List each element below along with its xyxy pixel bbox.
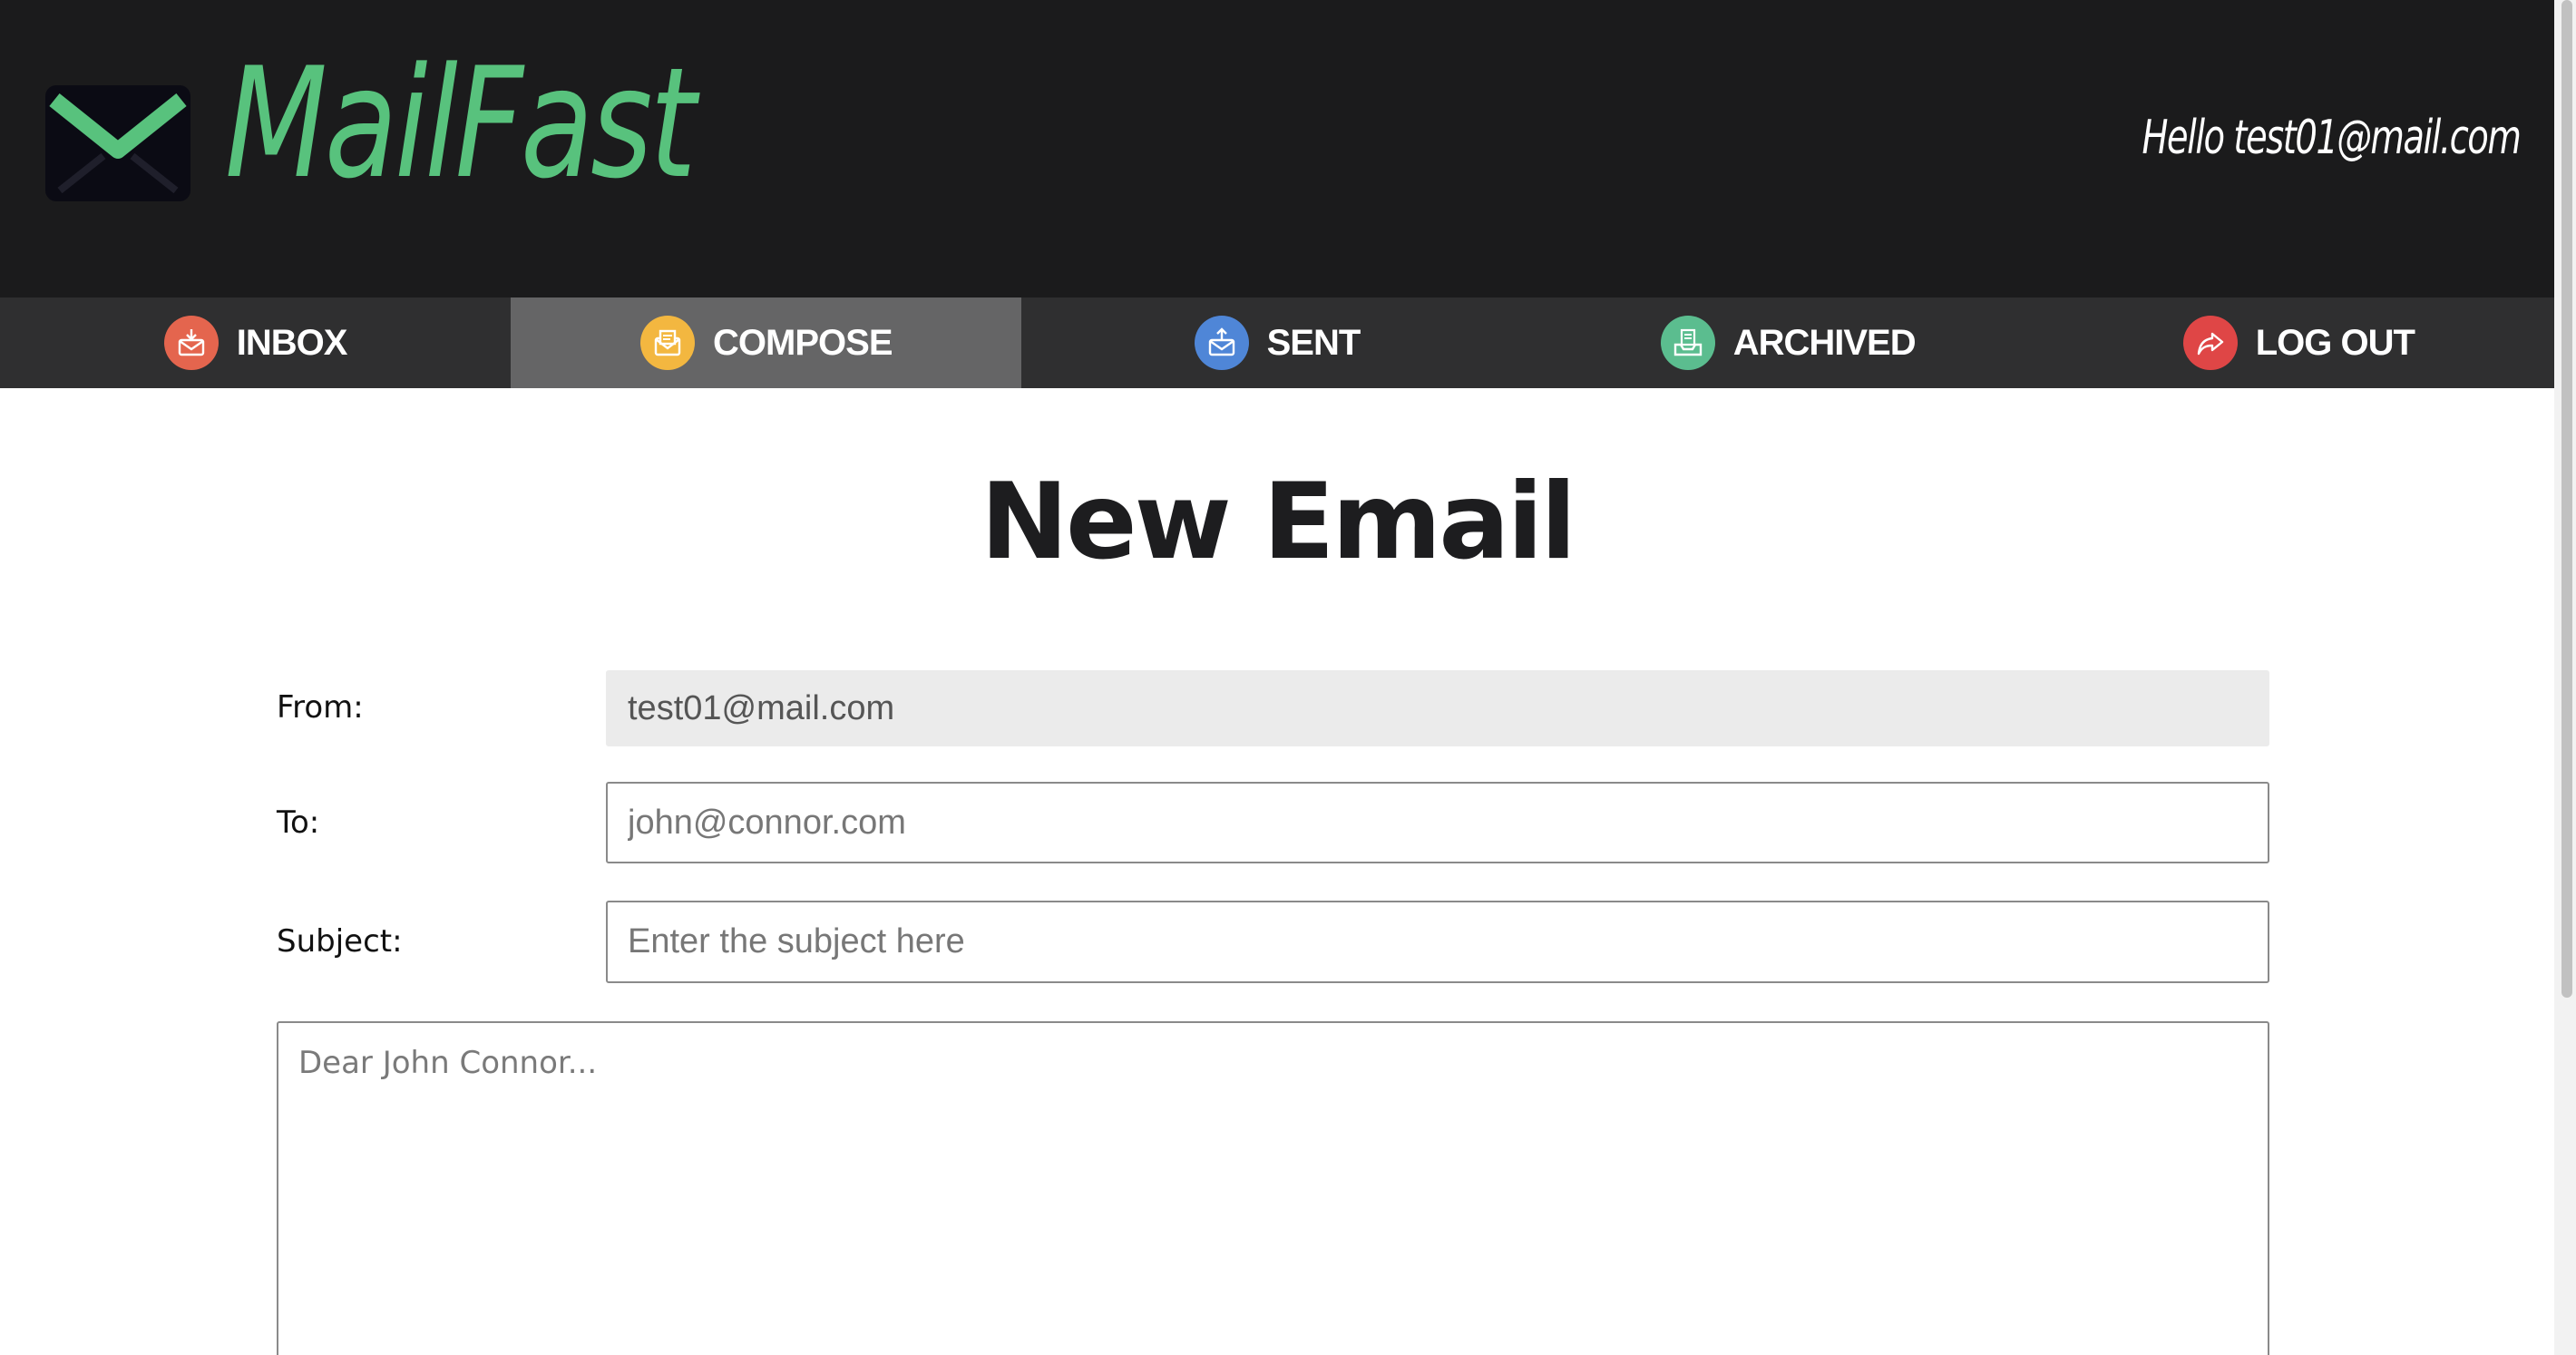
nav-label-sent: SENT <box>1266 322 1361 363</box>
compose-letter-icon <box>640 316 696 370</box>
to-label: To: <box>277 804 320 841</box>
to-field[interactable] <box>606 782 2269 863</box>
nav-item-inbox[interactable]: INBOX <box>0 297 511 388</box>
app-window: MailFast Hello test01@mail.com INBOX COM… <box>0 0 2576 1355</box>
nav-label-inbox: INBOX <box>236 322 348 363</box>
envelope-logo-icon <box>45 85 190 201</box>
archive-tray-icon <box>1660 316 1715 370</box>
from-label: From: <box>277 689 364 726</box>
nav-label-archived: ARCHIVED <box>1732 322 1917 363</box>
app-logo-text: MailFast <box>225 34 697 212</box>
nav-item-compose[interactable]: COMPOSE <box>511 297 1022 388</box>
inbox-download-icon <box>163 316 219 370</box>
nav-item-logout[interactable]: LOG OUT <box>2044 297 2554 388</box>
email-body-textarea[interactable] <box>277 1021 2269 1355</box>
subject-field[interactable] <box>606 901 2269 983</box>
logout-arrow-icon <box>2182 316 2238 370</box>
nav-item-archived[interactable]: ARCHIVED <box>1533 297 2044 388</box>
nav-item-sent[interactable]: SENT <box>1021 297 1532 388</box>
main-nav: INBOX COMPOSE SENT ARCHIVED LOG OUT <box>0 297 2554 388</box>
sent-upload-icon <box>1194 316 1249 370</box>
user-greeting: Hello test01@mail.com <box>2142 111 2521 165</box>
subject-label: Subject: <box>277 923 403 960</box>
page-title: New Email <box>980 461 1576 583</box>
scrollbar-thumb[interactable] <box>2561 0 2572 998</box>
nav-label-logout: LOG OUT <box>2255 322 2415 363</box>
nav-label-compose: COMPOSE <box>713 322 893 363</box>
app-header: MailFast Hello test01@mail.com <box>0 0 2554 297</box>
from-field[interactable] <box>606 670 2269 746</box>
